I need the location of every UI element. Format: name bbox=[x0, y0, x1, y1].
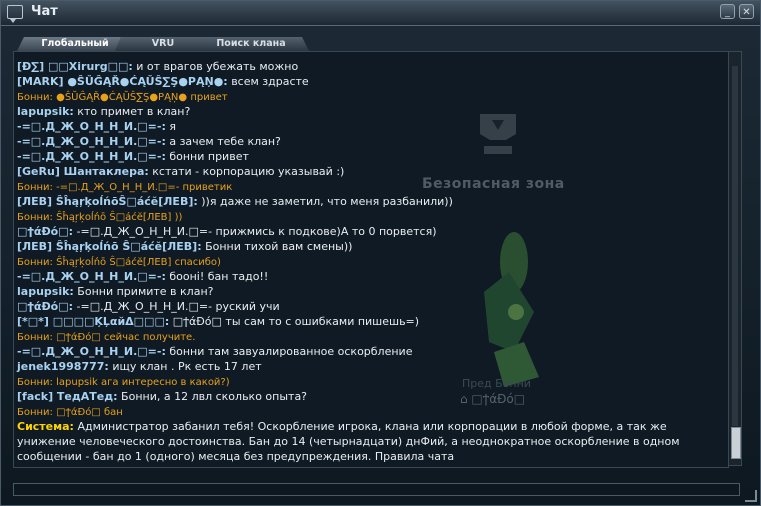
message-nick[interactable]: [GeRu] Шантаклера: bbox=[17, 165, 149, 178]
bot-message-text: Бонни: lapupsik ага интересно в какой?) bbox=[17, 377, 230, 388]
window-title: Чат bbox=[31, 4, 58, 19]
message-text: и от врагов убежать можно bbox=[132, 60, 299, 73]
message: lapupsik: Бонни примите в клан? bbox=[17, 284, 717, 299]
message: jenek1998777: ищу клан . Рк есть 17 лет bbox=[17, 359, 717, 374]
message: -=□.Д_Ж_О_Н_Н_И.□=-: а зачем тебе клан? bbox=[17, 134, 717, 149]
message-text: кстати - корпорацию указывай :) bbox=[148, 165, 345, 178]
message-text: а зачем тебе клан? bbox=[165, 135, 281, 148]
message: [fack] ТедАТед: Бонни, а 12 лвл сколько … bbox=[17, 389, 717, 404]
system-message: Система: Администратор забанил тебя! Оск… bbox=[17, 419, 717, 467]
message: [ЛЕВ] ŜĥąŗķoĺńōŜ□áćĕ[ЛЕВ]: ))я даже не з… bbox=[17, 194, 717, 209]
bot-message: Бонни: □ϯάĐό□ сейчас получите. bbox=[17, 329, 717, 344]
message-nick[interactable]: □ϯάĐό□: bbox=[17, 300, 73, 313]
bot-message-text: Бонни: □ϯάĐό□ сейчас получите. bbox=[17, 332, 196, 343]
message-nick[interactable]: -=□.Д_Ж_О_Н_Н_И.□=-: bbox=[17, 135, 166, 148]
message-nick[interactable]: -=□.Д_Ж_О_Н_Н_И.□=-: bbox=[17, 345, 166, 358]
bot-message-text: Бонни: Ŝĥąŗķoĺńō Ŝ□áćĕ[ЛЕВ] спасибо) bbox=[17, 257, 221, 268]
message: [MARK] ●ŜŬĜĄŘ●ĆĄŬŜ∑Ş●PĄŅ●: всем здрасте bbox=[17, 74, 717, 89]
message: [*□*] □□□□ĶĻαйΔ□□□: □ϯάĐό□ ты сам то с о… bbox=[17, 314, 717, 329]
message-text: всем здрасте bbox=[227, 75, 309, 88]
title-bar[interactable]: Чат _ ✕ bbox=[1, 1, 760, 26]
system-text: Администратор забанил тебя! Оскорбление … bbox=[17, 420, 680, 467]
message-nick[interactable]: [fack] ТедАТед: bbox=[17, 390, 118, 403]
message: [ЛЕВ] Ŝĥąŗķoĺńō Ŝ□áćĕ[ЛЕВ]: Бонни тихой … bbox=[17, 239, 717, 254]
message-nick[interactable]: [MARK] ●ŜŬĜĄŘ●ĆĄŬŜ∑Ş●PĄŅ●: bbox=[17, 75, 228, 88]
bot-message-text: Бонни: □ϯάĐό□ бан bbox=[17, 407, 123, 418]
tab-global[interactable]: Глобальный bbox=[17, 37, 133, 51]
message: □ϯάĐό□: -=□.Д_Ж_О_Н_Н_И.□=- прижмись к п… bbox=[17, 224, 717, 239]
chat-window: Чат _ ✕ Глобальный VRU Поиск клана Безоп… bbox=[0, 0, 761, 506]
message-text: -=□.Д_Ж_О_Н_Н_И.□=- прижмись к подкове)А… bbox=[73, 225, 437, 238]
message-text: я bbox=[165, 120, 176, 133]
bot-message-text: Бонни: -=□.Д_Ж_О_Н_Н_И.□=- приветик bbox=[17, 182, 233, 193]
bot-message: Бонни: □ϯάĐό□ бан bbox=[17, 404, 717, 419]
close-button[interactable]: ✕ bbox=[739, 4, 754, 19]
message-nick[interactable]: [ЛЕВ] Ŝĥąŗķoĺńō Ŝ□áćĕ[ЛЕВ]: bbox=[17, 240, 202, 253]
message-text: бонни привет bbox=[165, 150, 249, 163]
chat-scrollbar[interactable] bbox=[728, 51, 742, 466]
message-text: Бонни примите в клан? bbox=[73, 285, 214, 298]
message: □ϯάĐό□: -=□.Д_Ж_О_Н_Н_И.□=- руский учи bbox=[17, 299, 717, 314]
chat-log[interactable]: Безопасная зона Пред Бонни ⌂ □ϯάĐό□ [Ð∑]… bbox=[13, 51, 729, 468]
bot-message: Бонни: Ŝĥąŗķoĺńō Ŝ□áćĕ[ЛЕВ] )) bbox=[17, 209, 717, 224]
message: [Ð∑] □□Xirurg□□: и от врагов убежать мож… bbox=[17, 59, 717, 74]
message-nick[interactable]: [Ð∑] □□Xirurg□□: bbox=[17, 60, 133, 73]
message: -=□.Д_Ж_О_Н_Н_И.□=-: я bbox=[17, 119, 717, 134]
resize-handle-icon[interactable] bbox=[745, 490, 757, 502]
message-text: бонни там завуалированное оскорбление bbox=[165, 345, 413, 358]
chat-input[interactable] bbox=[13, 483, 740, 496]
tab-clan-search[interactable]: Поиск клана bbox=[193, 37, 309, 51]
message-nick[interactable]: -=□.Д_Ж_О_Н_Н_И.□=-: bbox=[17, 120, 166, 133]
message-text: □ϯάĐό□ ты сам то с ошибками пишешь=) bbox=[169, 315, 420, 328]
system-label: Система: bbox=[17, 420, 74, 433]
message-nick[interactable]: [ЛЕВ] ŜĥąŗķoĺńōŜ□áćĕ[ЛЕВ]: bbox=[17, 195, 198, 208]
chat-bubble-icon bbox=[7, 5, 23, 23]
message-nick[interactable]: -=□.Д_Ж_О_Н_Н_И.□=-: bbox=[17, 150, 166, 163]
message-text: -=□.Д_Ж_О_Н_Н_И.□=- руский учи bbox=[73, 300, 280, 313]
bot-message-text: Бонни: ●ŜŬĜĄŘ●ĆĄŬŜ∑Ş●PĄŅ● привет bbox=[17, 92, 228, 103]
message-nick[interactable]: -=□.Д_Ж_О_Н_Н_И.□=-: bbox=[17, 270, 166, 283]
bot-message: Бонни: Ŝĥąŗķoĺńō Ŝ□áćĕ[ЛЕВ] спасибо) bbox=[17, 254, 717, 269]
message-text: ищу клан . Рк есть 17 лет bbox=[108, 360, 262, 373]
message: [GeRu] Шантаклера: кстати - корпорацию у… bbox=[17, 164, 717, 179]
message-nick[interactable]: [*□*] □□□□ĶĻαйΔ□□□: bbox=[17, 315, 169, 328]
message-text: ))я даже не заметил, что меня разбанили)… bbox=[197, 195, 453, 208]
scroll-thumb[interactable] bbox=[731, 427, 741, 459]
message: -=□.Д_Ж_О_Н_Н_И.□=-: бонни привет bbox=[17, 149, 717, 164]
message-nick[interactable]: □ϯάĐό□: bbox=[17, 225, 73, 238]
message-text: кто примет в клан? bbox=[73, 105, 191, 118]
bot-message: Бонни: ●ŜŬĜĄŘ●ĆĄŬŜ∑Ş●PĄŅ● привет bbox=[17, 89, 717, 104]
message-nick[interactable]: jenek1998777: bbox=[17, 360, 109, 373]
message: -=□.Д_Ж_О_Н_Н_И.□=-: бонни там завуалиро… bbox=[17, 344, 717, 359]
message-nick[interactable]: lapupsik: bbox=[17, 285, 74, 298]
message-text: Бонни тихой вам смены)) bbox=[201, 240, 353, 253]
minimize-button[interactable]: _ bbox=[720, 4, 735, 19]
message-text: Бонни, а 12 лвл сколько опыта? bbox=[117, 390, 308, 403]
scroll-track[interactable] bbox=[732, 66, 738, 426]
message-nick[interactable]: lapupsik: bbox=[17, 105, 74, 118]
message: -=□.Д_Ж_О_Н_Н_И.□=-: бооні! бан тадо!! bbox=[17, 269, 717, 284]
message: lapupsik: кто примет в клан? bbox=[17, 104, 717, 119]
message-text: бооні! бан тадо!! bbox=[165, 270, 269, 283]
bot-message: Бонни: -=□.Д_Ж_О_Н_Н_И.□=- приветик bbox=[17, 179, 717, 194]
message-list: [Ð∑] □□Xirurg□□: и от врагов убежать мож… bbox=[17, 59, 717, 467]
bot-message: Бонни: lapupsik ага интересно в какой?) bbox=[17, 374, 717, 389]
bot-message-text: Бонни: Ŝĥąŗķoĺńō Ŝ□áćĕ[ЛЕВ] )) bbox=[17, 212, 183, 223]
